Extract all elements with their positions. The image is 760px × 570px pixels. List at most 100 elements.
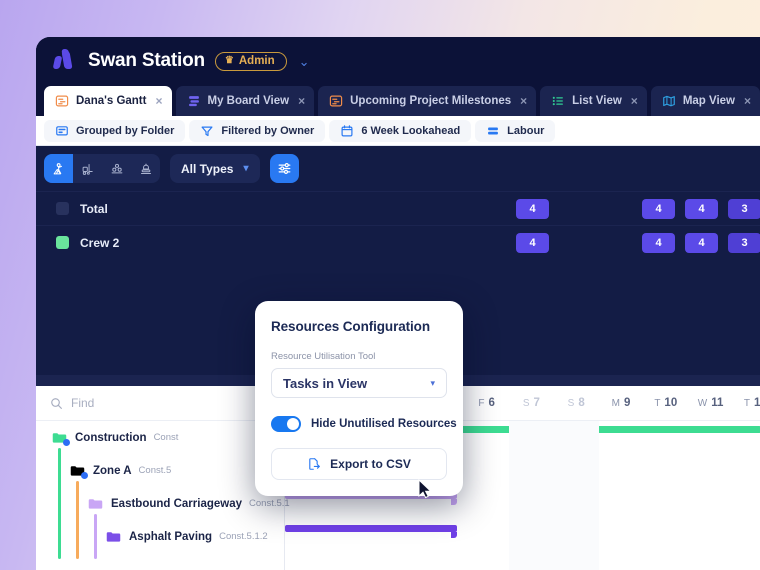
resource-allocation-cell[interactable]: 4 <box>516 232 549 253</box>
app-title: Swan Station <box>88 50 205 71</box>
timeline-day-number: 8 <box>578 397 585 409</box>
resource-allocation-cell[interactable]: 3 <box>728 198 760 219</box>
chevron-down-icon: ▾ <box>243 162 249 174</box>
timeline-day-number: 10 <box>664 397 678 409</box>
resources-configuration-button[interactable] <box>269 154 299 183</box>
resource-allocation-cell[interactable]: 4 <box>516 198 549 219</box>
tab-dana-s-gantt[interactable]: Dana's Gantt × <box>44 86 172 116</box>
task-tree-row[interactable]: Zone A Const.5 <box>36 448 284 493</box>
resource-allocation-cell[interactable]: 4 <box>642 232 675 253</box>
resource-utilisation-tool-select[interactable]: Tasks in View ▾ <box>271 368 447 398</box>
timeline-day-cell: S8 <box>554 386 599 420</box>
search-input[interactable]: Find <box>50 396 258 410</box>
timeline-day-of-week: W <box>697 397 708 409</box>
resource-allocation-cell[interactable]: 3 <box>728 232 760 253</box>
tab-map-view[interactable]: Map View × <box>650 86 760 116</box>
close-icon[interactable]: × <box>744 95 751 107</box>
task-code: Const.5.1.2 <box>219 531 268 542</box>
board-icon <box>188 96 199 107</box>
resource-name: Crew 2 <box>80 235 120 250</box>
filter-chip-6-week-lookahead[interactable]: 6 Week Lookahead <box>329 119 472 142</box>
filter-chip-label: Labour <box>507 124 545 137</box>
folder-icon[interactable] <box>52 432 70 446</box>
resource-panel: All Types ▾ Total44433Crew 244433 Resour… <box>36 146 760 499</box>
all-types-dropdown[interactable]: All Types ▾ <box>170 154 260 183</box>
folder-icon[interactable] <box>70 465 88 479</box>
labour-type-button[interactable] <box>44 154 73 183</box>
resource-allocation-cell[interactable]: 4 <box>685 198 718 219</box>
task-code: Const.5 <box>138 465 172 476</box>
crown-icon: ♛ <box>224 54 234 66</box>
timeline-day-cell: F6 <box>464 386 509 420</box>
tree-indent-guide <box>76 514 79 559</box>
filter-chip-labour[interactable]: Labour <box>475 119 556 142</box>
filter-chip-filtered-by-owner[interactable]: Filtered by Owner <box>189 119 326 142</box>
search-icon <box>51 397 62 409</box>
list-icon <box>552 96 564 106</box>
hide-unutilised-resources-toggle[interactable] <box>271 416 301 432</box>
gantt-bar-tail <box>451 532 457 538</box>
tab-label: Map View <box>682 95 736 107</box>
filter-chip-grouped-by-folder[interactable]: Grouped by Folder <box>44 119 186 142</box>
labour-icon <box>488 127 499 134</box>
map-icon <box>662 95 675 107</box>
modal-title: Resources Configuration <box>271 319 430 334</box>
calendar-icon <box>341 124 353 136</box>
timeline-day-cell: T12 <box>733 386 760 420</box>
admin-badge[interactable]: ♛ Admin <box>214 51 287 71</box>
folder-icon[interactable] <box>88 498 103 510</box>
chevron-down-icon[interactable]: ⌄ <box>299 55 310 68</box>
tab-label: My Board View <box>207 95 290 107</box>
hide-unutilised-resources-label: Hide Unutilised Resources <box>311 418 457 430</box>
task-name: Construction <box>75 431 147 444</box>
resource-allocation-cell[interactable]: 4 <box>685 232 718 253</box>
tab-label: Dana's Gantt <box>76 95 147 107</box>
filter-funnel-icon <box>201 126 213 136</box>
resource-row[interactable]: Total 44433 <box>36 191 760 225</box>
plant-forklift-button[interactable] <box>73 154 102 183</box>
close-icon[interactable]: × <box>298 95 305 107</box>
gantt-chart-icon <box>329 95 343 107</box>
resource-color-swatch <box>56 236 69 249</box>
find-bar: Find <box>36 386 284 421</box>
resource-color-swatch <box>56 202 69 215</box>
timeline-day-number: 7 <box>533 397 540 409</box>
close-icon[interactable]: × <box>520 95 527 107</box>
equipment-button[interactable] <box>131 154 160 183</box>
resource-allocation-cell[interactable]: 4 <box>642 198 675 219</box>
hide-unutilised-resources-row: Hide Unutilised Resources <box>271 416 457 432</box>
resource-cells: 44433 <box>322 192 760 225</box>
materials-stack-icon <box>111 163 122 173</box>
equipment-icon <box>140 163 151 174</box>
tree-indent-guide <box>58 514 61 559</box>
materials-stack-button[interactable] <box>102 154 131 183</box>
tab-my-board-view[interactable]: My Board View × <box>175 86 315 116</box>
gantt-bar[interactable] <box>285 525 457 538</box>
timeline-day-of-week: F <box>478 397 485 409</box>
task-tree-row[interactable]: Construction Const <box>36 421 284 454</box>
task-name: Zone A <box>93 464 132 477</box>
close-icon[interactable]: × <box>631 95 638 107</box>
export-to-csv-button[interactable]: Export to CSV <box>271 448 447 480</box>
status-dot <box>81 471 88 479</box>
folder-icon[interactable] <box>106 531 121 543</box>
gantt-bar-row <box>285 520 760 553</box>
resource-row[interactable]: Crew 2 44433 <box>36 225 760 259</box>
export-csv-icon <box>309 458 320 470</box>
gantt-chart-icon <box>55 95 69 107</box>
chevron-down-icon: ▾ <box>430 377 435 388</box>
gantt-task-tree: Find Construction Const Zone A Const.5 Eastb… <box>36 386 290 570</box>
timeline-day-number: 9 <box>623 397 631 409</box>
task-tree-row[interactable]: Asphalt Paving Const.5.1.2 <box>36 514 284 559</box>
timeline-day-of-week: T <box>743 397 751 409</box>
timeline-day-cell: T 10 <box>643 386 688 420</box>
resource-type-toggle-group <box>44 154 160 183</box>
timeline-day-number: 6 <box>488 397 495 409</box>
task-tree-rows: Construction Const Zone A Const.5 Eastbound … <box>36 421 290 559</box>
tab-label: List View <box>572 95 622 107</box>
task-tree-row[interactable]: Eastbound Carriageway Const.5.1 <box>36 481 290 526</box>
tab-upcoming-project-milestones[interactable]: Upcoming Project Milestones × <box>318 86 537 116</box>
tab-label: Upcoming Project Milestones <box>350 95 512 107</box>
close-icon[interactable]: × <box>155 95 162 107</box>
tab-list-view[interactable]: List View × <box>540 86 647 116</box>
